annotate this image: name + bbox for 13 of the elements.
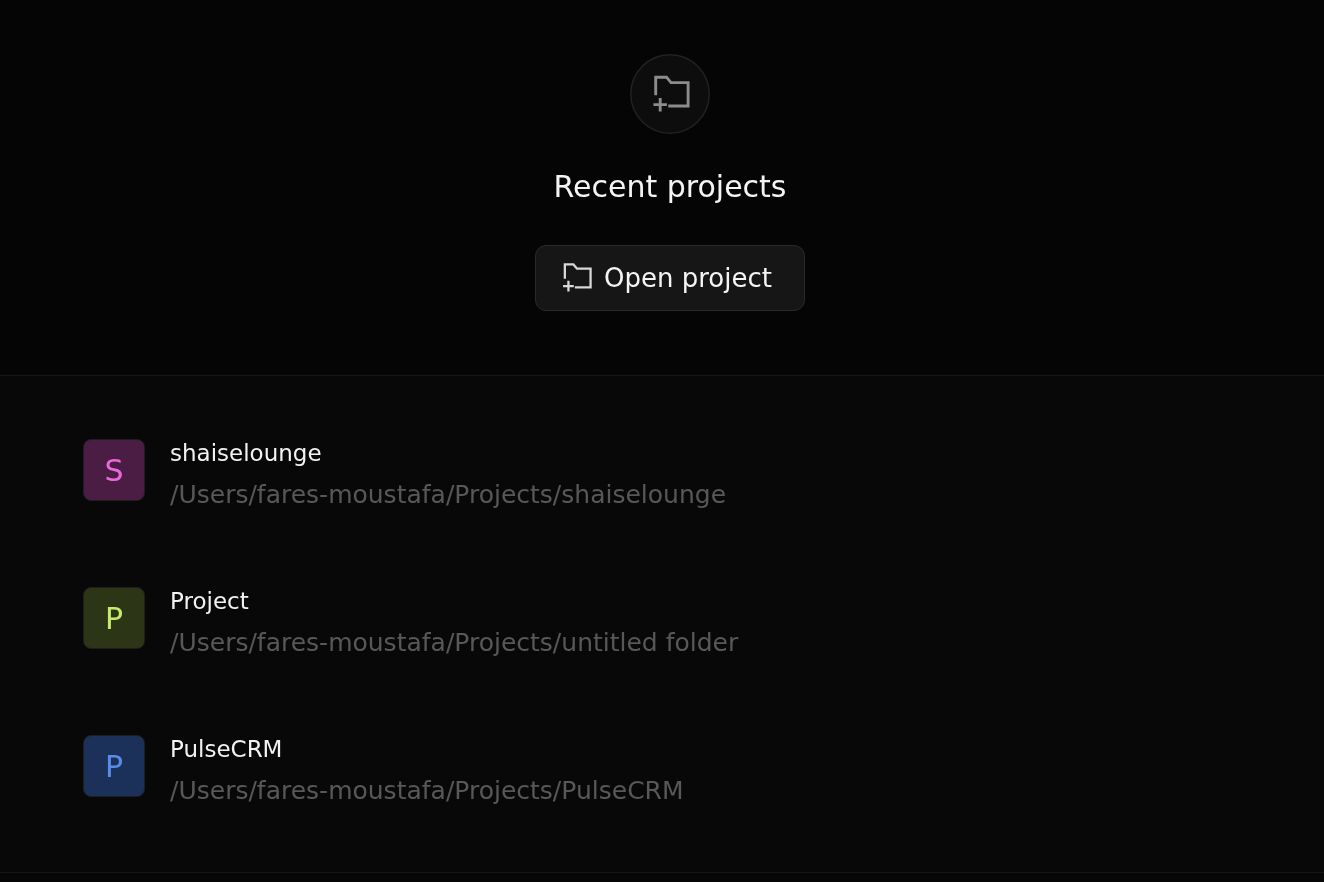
- project-path: /Users/fares-moustafa/Projects/PulseCRM: [170, 777, 684, 805]
- project-path: /Users/fares-moustafa/Projects/shaiselounge: [170, 481, 727, 509]
- project-path: /Users/fares-moustafa/Projects/untitled folder: [170, 629, 739, 657]
- project-name[interactable]: PulseCRM: [170, 735, 283, 763]
- project-avatar: P: [83, 587, 145, 649]
- open-project-button[interactable]: Open project: [535, 245, 805, 311]
- project-avatar: P: [83, 735, 145, 797]
- project-avatar: S: [83, 439, 145, 501]
- folder-plus-icon: [630, 54, 710, 134]
- project-name[interactable]: shaiselounge: [170, 439, 322, 467]
- project-name[interactable]: Project: [170, 587, 249, 615]
- folder-plus-icon: [562, 263, 592, 293]
- page-title: Recent projects: [553, 169, 787, 205]
